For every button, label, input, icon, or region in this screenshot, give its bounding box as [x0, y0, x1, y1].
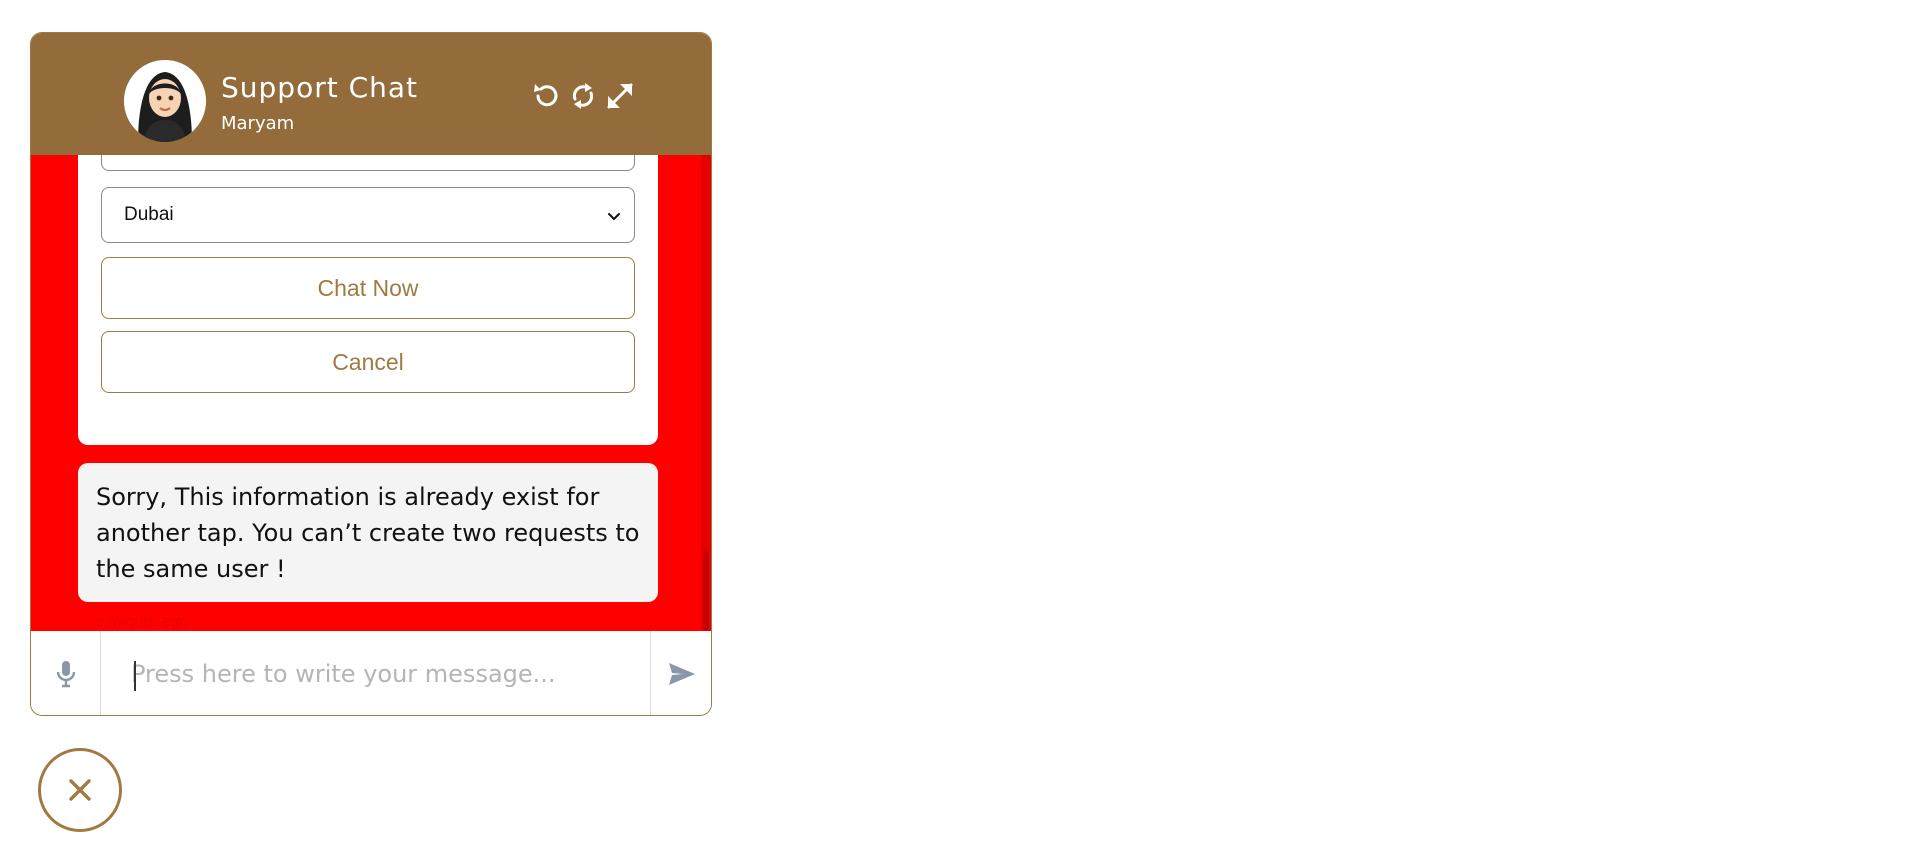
- send-icon: [669, 663, 695, 685]
- city-select[interactable]: Dubai: [101, 187, 635, 243]
- chat-window: Support Chat Maryam Dubai Chat Now Cance…: [30, 32, 712, 716]
- agent-name: Maryam: [221, 113, 295, 134]
- refresh-icon[interactable]: [566, 79, 600, 113]
- chat-scrollbar[interactable]: [701, 155, 711, 631]
- mic-button[interactable]: [31, 631, 101, 715]
- city-select-value: Dubai: [124, 204, 174, 225]
- chat-now-button[interactable]: Chat Now: [101, 257, 635, 319]
- send-button[interactable]: [651, 631, 711, 715]
- message-timestamp: a minute ago: [95, 614, 188, 630]
- chat-messages[interactable]: Dubai Chat Now Cancel Sorry, This inform…: [31, 155, 711, 631]
- microphone-icon: [56, 661, 75, 688]
- chat-title: Support Chat: [221, 71, 419, 104]
- close-chat-button[interactable]: [38, 748, 122, 832]
- message-input[interactable]: [101, 631, 651, 715]
- scrollbar-thumb[interactable]: [703, 550, 709, 630]
- message-composer: [31, 631, 711, 715]
- undo-icon[interactable]: [529, 79, 563, 113]
- message-bubble: Sorry, This information is already exist…: [78, 463, 658, 602]
- close-icon: [69, 779, 91, 801]
- chat-header: Support Chat Maryam: [31, 33, 711, 155]
- chevron-down-icon: [608, 213, 620, 221]
- cancel-button[interactable]: Cancel: [101, 331, 635, 393]
- previous-form-field[interactable]: [101, 155, 635, 171]
- request-form-card: Dubai Chat Now Cancel: [78, 155, 658, 445]
- text-caret: [134, 661, 136, 691]
- agent-avatar: [124, 60, 206, 142]
- expand-icon[interactable]: [603, 79, 637, 113]
